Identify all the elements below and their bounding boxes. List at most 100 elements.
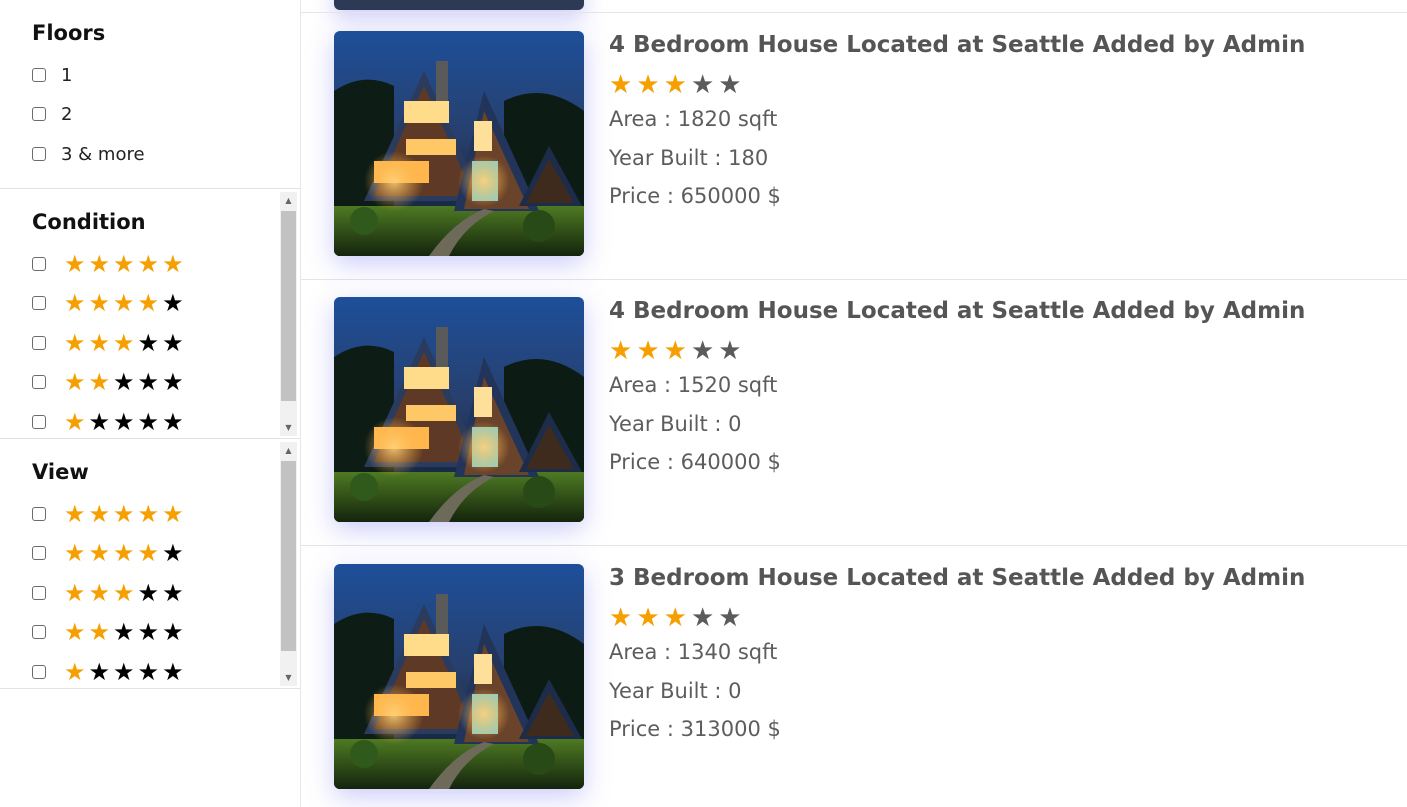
view-option-5-stars[interactable]: ★ ★ ★ ★ ★ xyxy=(32,500,184,528)
floors-option-3-more[interactable]: 3 & more xyxy=(32,143,145,165)
listing-rating: ★ ★ ★ ★ ★ xyxy=(609,338,742,364)
star-rating: ★ ★ ★ ★ ★ xyxy=(64,500,184,528)
house-image[interactable] xyxy=(334,297,584,522)
listing-area: Area : 1820 sqft xyxy=(609,107,778,131)
listing-rating: ★ ★ ★ ★ ★ xyxy=(609,72,742,98)
star-icon: ★ xyxy=(64,658,86,686)
listing-title[interactable]: 3 Bedroom House Located at Seattle Added… xyxy=(609,565,1305,591)
scroll-down-arrow-icon[interactable]: ▼ xyxy=(280,419,297,436)
star-icon: ★ xyxy=(88,500,111,528)
star-icon: ★ xyxy=(64,408,86,436)
checkbox-icon[interactable] xyxy=(32,586,46,600)
star-icon: ★ xyxy=(137,500,160,528)
scroll-thumb[interactable] xyxy=(281,211,296,401)
star-icon: ★ xyxy=(663,336,687,366)
divider xyxy=(301,279,1407,280)
checkbox-icon[interactable] xyxy=(32,625,46,639)
star-icon: ★ xyxy=(113,408,135,436)
view-option-4-stars[interactable]: ★ ★ ★ ★ ★ xyxy=(32,539,184,567)
star-icon: ★ xyxy=(718,336,742,366)
listing-price: Price : 640000 $ xyxy=(609,450,781,474)
checkbox-icon[interactable] xyxy=(32,336,46,350)
condition-option-2-stars[interactable]: ★ ★ ★ ★ ★ xyxy=(32,368,184,396)
condition-option-1-stars[interactable]: ★ ★ ★ ★ ★ xyxy=(32,408,184,436)
star-rating: ★ ★ ★ ★ ★ xyxy=(64,368,184,396)
checkbox-icon[interactable] xyxy=(32,147,46,161)
condition-option-3-stars[interactable]: ★ ★ ★ ★ ★ xyxy=(32,329,184,357)
scroll-down-arrow-icon[interactable]: ▼ xyxy=(280,669,297,686)
floors-title: Floors xyxy=(32,21,106,45)
star-icon: ★ xyxy=(64,329,86,357)
view-option-1-stars[interactable]: ★ ★ ★ ★ ★ xyxy=(32,658,184,686)
star-icon: ★ xyxy=(137,289,160,317)
listing-area: Area : 1340 sqft xyxy=(609,640,778,664)
checkbox-icon[interactable] xyxy=(32,68,46,82)
star-rating: ★ ★ ★ ★ ★ xyxy=(64,618,184,646)
view-title: View xyxy=(32,460,89,484)
listing-year-built: Year Built : 0 xyxy=(609,679,742,703)
condition-title: Condition xyxy=(32,210,146,234)
condition-scrollbar[interactable]: ▲ ▼ xyxy=(280,192,297,436)
divider xyxy=(301,545,1407,546)
house-image-partial[interactable] xyxy=(334,0,584,10)
condition-option-4-stars[interactable]: ★ ★ ★ ★ ★ xyxy=(32,289,184,317)
star-rating: ★ ★ ★ ★ ★ xyxy=(64,250,184,278)
star-icon: ★ xyxy=(88,618,111,646)
scroll-up-arrow-icon[interactable]: ▲ xyxy=(280,442,297,459)
divider xyxy=(301,12,1407,13)
star-icon: ★ xyxy=(113,329,135,357)
checkbox-icon[interactable] xyxy=(32,415,46,429)
checkbox-icon[interactable] xyxy=(32,546,46,560)
star-icon: ★ xyxy=(718,603,742,633)
house-image[interactable] xyxy=(334,564,584,789)
star-icon: ★ xyxy=(64,250,86,278)
star-icon: ★ xyxy=(690,603,715,633)
star-icon: ★ xyxy=(162,368,184,396)
star-icon: ★ xyxy=(162,408,184,436)
checkbox-icon[interactable] xyxy=(32,257,46,271)
star-icon: ★ xyxy=(137,539,160,567)
star-icon: ★ xyxy=(64,579,86,607)
star-icon: ★ xyxy=(137,368,160,396)
star-icon: ★ xyxy=(88,539,111,567)
house-image[interactable] xyxy=(334,31,584,256)
star-rating: ★ ★ ★ ★ ★ xyxy=(64,539,184,567)
star-rating: ★ ★ ★ ★ ★ xyxy=(64,579,184,607)
checkbox-icon[interactable] xyxy=(32,375,46,389)
view-option-2-stars[interactable]: ★ ★ ★ ★ ★ xyxy=(32,618,184,646)
star-icon: ★ xyxy=(113,579,135,607)
checkbox-icon[interactable] xyxy=(32,507,46,521)
star-icon: ★ xyxy=(162,618,184,646)
star-icon: ★ xyxy=(162,539,184,567)
view-scrollbar[interactable]: ▲ ▼ xyxy=(280,442,297,686)
star-icon: ★ xyxy=(718,70,742,100)
star-icon: ★ xyxy=(162,250,184,278)
scroll-up-arrow-icon[interactable]: ▲ xyxy=(280,192,297,209)
checkbox-icon[interactable] xyxy=(32,107,46,121)
star-icon: ★ xyxy=(88,329,111,357)
star-icon: ★ xyxy=(113,618,135,646)
listing-title[interactable]: 4 Bedroom House Located at Seattle Added… xyxy=(609,298,1305,324)
filter-sidebar: Floors 1 2 3 & more Condition ★ ★ ★ ★ ★ ★ ★ ★ ★ ★… xyxy=(0,0,301,807)
listing-title[interactable]: 4 Bedroom House Located at Seattle Added… xyxy=(609,32,1305,58)
star-icon: ★ xyxy=(609,603,633,633)
floors-option-1[interactable]: 1 xyxy=(32,64,72,86)
star-icon: ★ xyxy=(609,336,633,366)
scroll-thumb[interactable] xyxy=(281,461,296,651)
checkbox-icon[interactable] xyxy=(32,665,46,679)
floors-option-2[interactable]: 2 xyxy=(32,103,72,125)
star-icon: ★ xyxy=(64,500,86,528)
star-icon: ★ xyxy=(113,500,135,528)
condition-option-5-stars[interactable]: ★ ★ ★ ★ ★ xyxy=(32,250,184,278)
view-option-3-stars[interactable]: ★ ★ ★ ★ ★ xyxy=(32,579,184,607)
star-icon: ★ xyxy=(64,368,86,396)
listing-price: Price : 650000 $ xyxy=(609,184,781,208)
star-rating: ★ ★ ★ ★ ★ xyxy=(64,329,184,357)
star-icon: ★ xyxy=(64,539,86,567)
star-icon: ★ xyxy=(162,500,184,528)
floors-filter-panel: Floors 1 2 3 & more xyxy=(0,0,300,189)
checkbox-icon[interactable] xyxy=(32,296,46,310)
listing-price: Price : 313000 $ xyxy=(609,717,781,741)
star-icon: ★ xyxy=(113,539,135,567)
star-icon: ★ xyxy=(162,658,184,686)
